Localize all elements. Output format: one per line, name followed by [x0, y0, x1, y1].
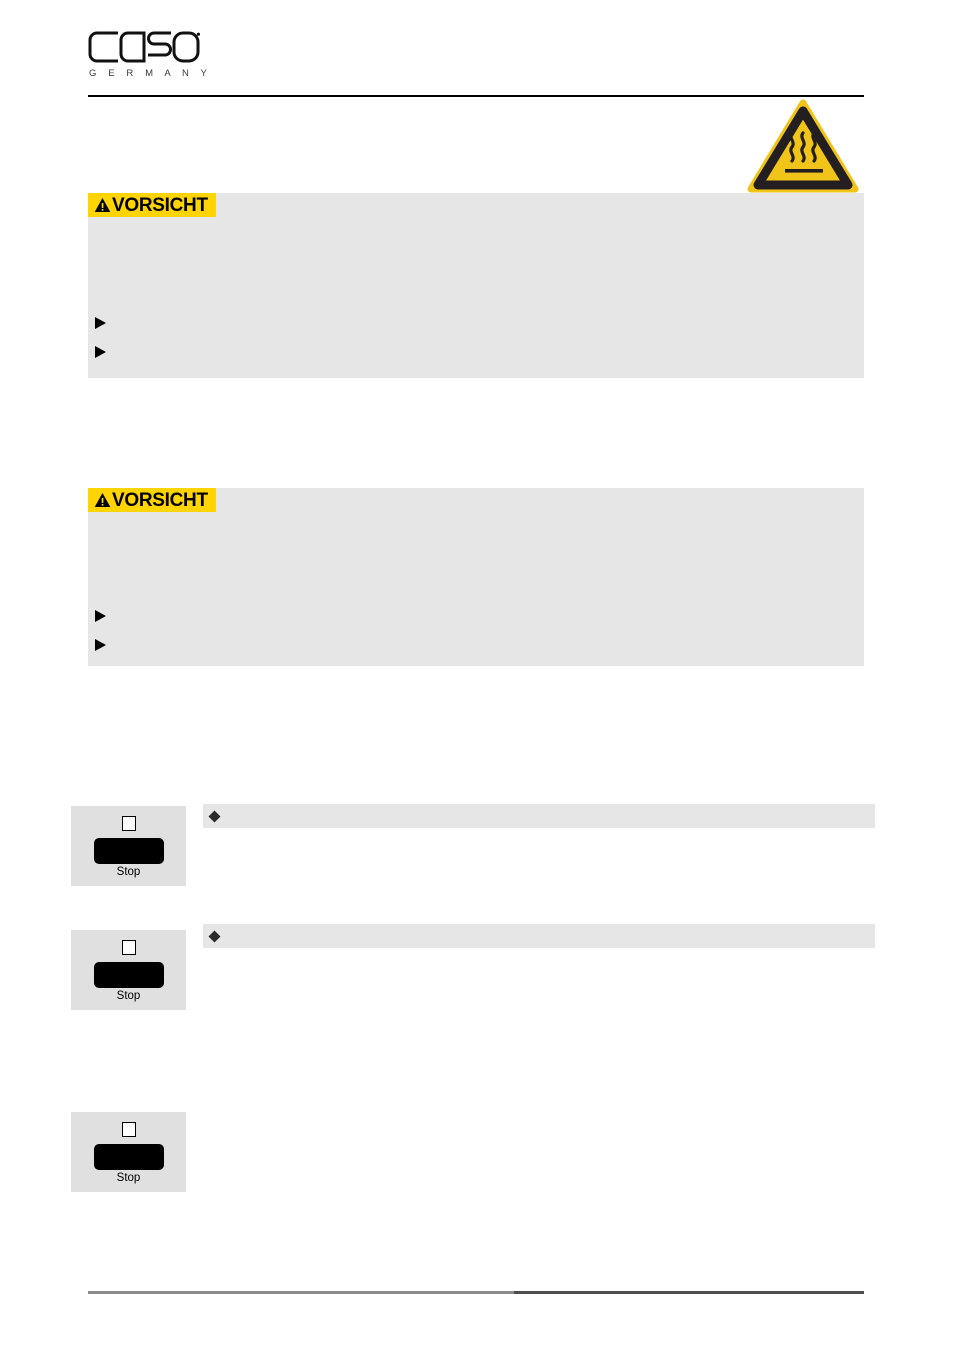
- square-indicator-icon: [121, 816, 136, 831]
- page-header: G E R M A N Y: [0, 0, 954, 100]
- note-bar-2: [203, 924, 875, 948]
- warning-triangle-icon: [94, 493, 111, 507]
- caso-logo-subtitle: G E R M A N Y: [89, 68, 212, 79]
- diamond-bullet-icon: [203, 810, 225, 823]
- diamond-bullet-icon: [203, 930, 225, 943]
- arrow-right-icon: [94, 608, 114, 628]
- caso-wordmark-icon: [88, 31, 200, 63]
- caution-bullet-item: [88, 315, 864, 344]
- footer-divider-left: [88, 1291, 514, 1294]
- caution-tag-1: VORSICHT: [88, 193, 216, 217]
- caution-body-1: [102, 223, 850, 224]
- caution-box-2: VORSICHT: [88, 488, 864, 666]
- caution-tag-2: VORSICHT: [88, 488, 216, 512]
- note-bar-1: [203, 804, 875, 828]
- caution-bullet-list-1: [88, 315, 864, 373]
- caution-box-1: VORSICHT: [88, 193, 864, 378]
- control-panel-figure-2: Stop: [71, 930, 186, 1010]
- footer-divider-right: [514, 1291, 864, 1294]
- warning-triangle-icon: [94, 198, 111, 212]
- arrow-right-icon: [94, 344, 114, 364]
- caution-bullet-item: [88, 608, 864, 637]
- caution-bullet-item: [88, 637, 864, 666]
- control-panel-figure-1: Stop: [71, 806, 186, 886]
- square-indicator-icon: [121, 1122, 136, 1137]
- caution-bullet-list-2: [88, 608, 864, 666]
- stop-key-label: Stop: [116, 866, 141, 878]
- arrow-right-icon: [94, 315, 114, 335]
- arrow-right-icon: [94, 637, 114, 657]
- stop-key-label: Stop: [116, 990, 141, 1002]
- header-divider: [88, 95, 864, 97]
- hot-surface-warning-icon: [747, 99, 859, 193]
- caso-logo: G E R M A N Y: [88, 30, 212, 79]
- caution-tag-label-1: VORSICHT: [112, 194, 208, 216]
- caution-tag-label-2: VORSICHT: [112, 489, 208, 511]
- stop-key[interactable]: [93, 838, 164, 864]
- control-panel-figure-3: Stop: [71, 1112, 186, 1192]
- square-indicator-icon: [121, 940, 136, 955]
- caution-body-2: [102, 518, 850, 519]
- caution-bullet-item: [88, 344, 864, 373]
- stop-key-label: Stop: [116, 1172, 141, 1184]
- footer-divider: [88, 1291, 864, 1294]
- stop-key[interactable]: [93, 962, 164, 988]
- stop-key[interactable]: [93, 1144, 164, 1170]
